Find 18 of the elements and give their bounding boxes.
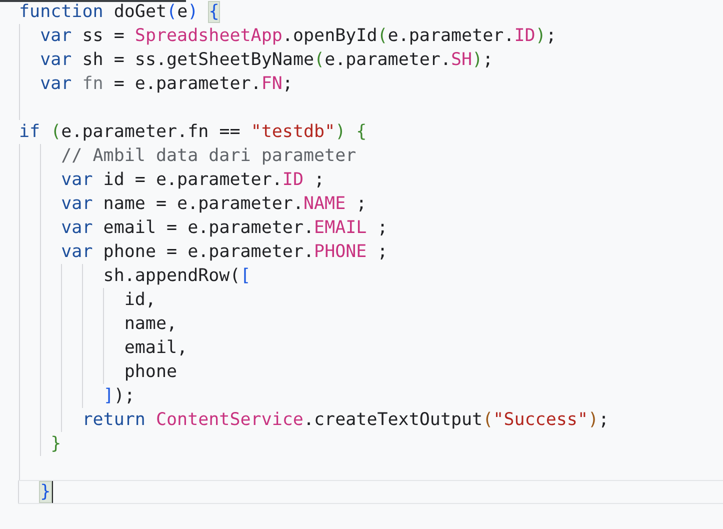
code-line: name, [123, 313, 178, 336]
code-line: email, [123, 337, 188, 360]
code-line: function doGet(e) { [19, 1, 220, 24]
code-line: var id = e.parameter.ID ; [60, 169, 325, 192]
code-line: var phone = e.parameter.PHONE ; [60, 241, 388, 264]
code-line: sh.appendRow([ [102, 265, 251, 288]
code-line: return ContentService.createTextOutput("Success"); [81, 409, 610, 432]
code-line: phone [123, 361, 178, 384]
code-line: } [50, 433, 62, 456]
code-line: var email = e.parameter.EMAIL ; [60, 217, 388, 240]
code-line: ]); [102, 385, 135, 408]
code-line: if (e.parameter.fn == "testdb") { [19, 121, 367, 144]
code-line: var sh = ss.getSheetByName(e.parameter.SH); [39, 49, 494, 72]
code-comment: // Ambil data dari parameter [60, 145, 356, 168]
code-line: var name = e.parameter.NAME ; [60, 193, 367, 216]
code-line: var ss = SpreadsheetApp.openById(e.parameter.ID); [39, 25, 556, 48]
code-line: var fn = e.parameter.FN; [39, 73, 293, 96]
code-line: id, [123, 289, 156, 312]
